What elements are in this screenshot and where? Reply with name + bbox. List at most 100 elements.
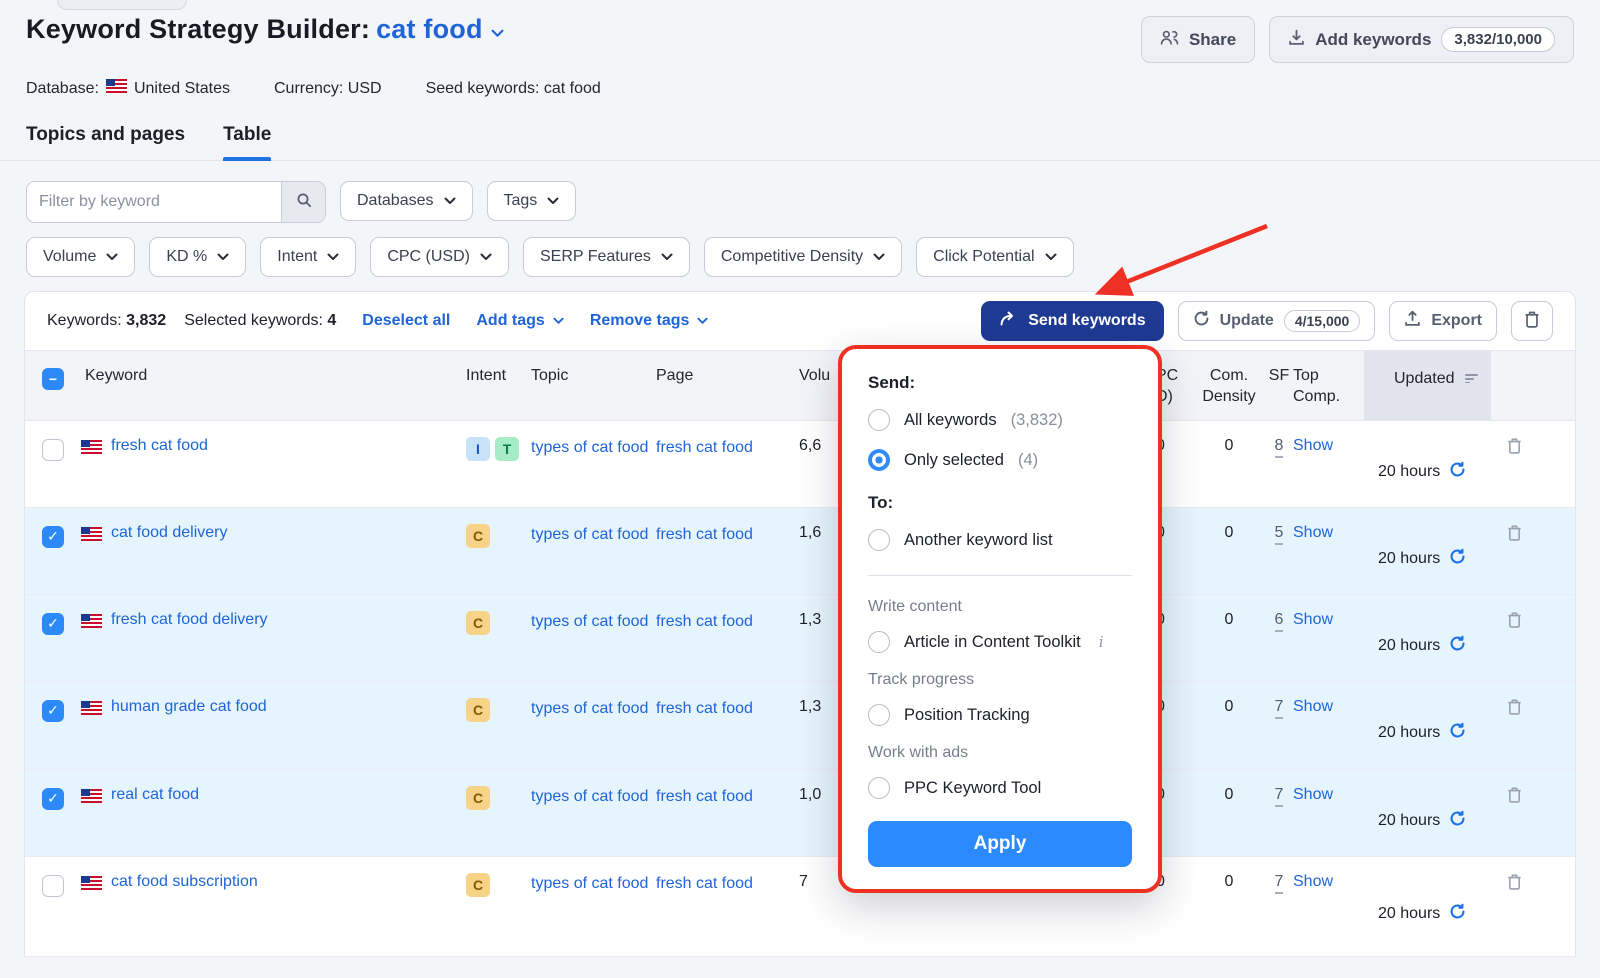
trash-icon[interactable]: [1507, 873, 1522, 956]
intent-badge-C[interactable]: C: [466, 611, 490, 635]
filter-volume[interactable]: Volume: [26, 237, 135, 277]
trash-icon[interactable]: [1507, 698, 1522, 769]
serp-features-value[interactable]: 6: [1275, 611, 1284, 632]
serp-features-value[interactable]: 7: [1275, 698, 1284, 719]
refresh-icon[interactable]: [1449, 810, 1466, 832]
row-checkbox[interactable]: [42, 439, 64, 461]
col-page[interactable]: Page: [656, 351, 799, 420]
trash-icon[interactable]: [1507, 786, 1522, 856]
page-link[interactable]: fresh cat food: [656, 526, 753, 543]
intent-badge-T[interactable]: T: [495, 437, 519, 461]
page-link[interactable]: fresh cat food: [656, 875, 753, 892]
project-name-dropdown[interactable]: cat food: [376, 14, 504, 44]
topic-link[interactable]: types of cat food: [531, 700, 648, 717]
trash-icon[interactable]: [1507, 524, 1522, 594]
trash-icon[interactable]: [1507, 611, 1522, 681]
share-button[interactable]: Share: [1141, 16, 1255, 63]
popup-divider: [868, 575, 1132, 576]
intent-badge-C[interactable]: C: [466, 786, 490, 810]
tab-topics-and-pages[interactable]: Topics and pages: [26, 124, 185, 160]
col-intent[interactable]: Intent: [466, 351, 531, 420]
radio-all-keywords[interactable]: All keywords (3,832): [868, 409, 1132, 431]
intent-badge-C[interactable]: C: [466, 698, 490, 722]
add-keywords-button[interactable]: Add keywords 3,832/10,000: [1269, 16, 1574, 63]
remove-tags-dropdown[interactable]: Remove tags: [590, 312, 709, 330]
keyword-link[interactable]: real cat food: [111, 786, 199, 804]
intent-badge-I[interactable]: I: [466, 437, 490, 461]
select-all-checkbox[interactable]: −: [42, 368, 64, 390]
serp-features-value[interactable]: 7: [1275, 873, 1284, 894]
apply-button[interactable]: Apply: [868, 821, 1132, 867]
topic-link[interactable]: types of cat food: [531, 788, 648, 805]
topic-link[interactable]: types of cat food: [531, 439, 648, 456]
radio-position-tracking[interactable]: Position Tracking: [868, 704, 1132, 726]
radio-ppc-keyword-tool[interactable]: PPC Keyword Tool: [868, 777, 1132, 799]
filter-serp-features[interactable]: SERP Features: [523, 237, 690, 277]
update-button[interactable]: Update 4/15,000: [1178, 301, 1376, 341]
col-topic[interactable]: Topic: [531, 351, 656, 420]
col-volume[interactable]: Volu: [799, 351, 843, 420]
add-tags-dropdown[interactable]: Add tags: [476, 312, 563, 330]
trash-icon[interactable]: [1507, 437, 1522, 507]
keyword-filter-input[interactable]: [27, 182, 281, 222]
filter-competitive-density[interactable]: Competitive Density: [704, 237, 902, 277]
tags-dropdown[interactable]: Tags: [487, 181, 577, 221]
refresh-icon[interactable]: [1449, 548, 1466, 570]
keyword-link[interactable]: human grade cat food: [111, 698, 267, 716]
update-limit-badge: 4/15,000: [1284, 310, 1361, 332]
row-checkbox[interactable]: ✓: [42, 526, 64, 548]
topic-link[interactable]: types of cat food: [531, 526, 648, 543]
topic-link[interactable]: types of cat food: [531, 613, 648, 630]
serp-features-value[interactable]: 7: [1275, 786, 1284, 807]
page-link[interactable]: fresh cat food: [656, 613, 753, 630]
col-sf[interactable]: SF: [1265, 351, 1293, 420]
top-comp-show-link[interactable]: Show: [1293, 437, 1333, 454]
row-checkbox[interactable]: ✓: [42, 788, 64, 810]
radio-article-content-toolkit[interactable]: Article in Content Toolkit i: [868, 631, 1132, 653]
radio-another-keyword-list[interactable]: Another keyword list: [868, 529, 1132, 551]
refresh-icon[interactable]: [1449, 722, 1466, 744]
radio-only-selected[interactable]: Only selected (4): [868, 449, 1132, 471]
intent-badge-C[interactable]: C: [466, 873, 490, 897]
keyword-link[interactable]: cat food delivery: [111, 524, 228, 542]
row-checkbox[interactable]: ✓: [42, 613, 64, 635]
col-com-density[interactable]: Com.Density: [1193, 351, 1265, 420]
keyword-link[interactable]: fresh cat food delivery: [111, 611, 268, 629]
col-top-comp[interactable]: TopComp.: [1293, 351, 1364, 420]
filter-intent[interactable]: Intent: [260, 237, 356, 277]
refresh-icon[interactable]: [1449, 903, 1466, 925]
page-link[interactable]: fresh cat food: [656, 700, 753, 717]
serp-features-value[interactable]: 8: [1275, 437, 1284, 458]
top-comp-show-link[interactable]: Show: [1293, 873, 1333, 890]
tab-table[interactable]: Table: [223, 124, 271, 160]
top-comp-show-link[interactable]: Show: [1293, 786, 1333, 803]
search-button[interactable]: [281, 182, 325, 222]
top-comp-show-link[interactable]: Show: [1293, 524, 1333, 541]
database-meta: Database: United States: [26, 79, 230, 98]
refresh-icon[interactable]: [1449, 635, 1466, 657]
col-updated[interactable]: Updated: [1364, 351, 1491, 420]
row-checkbox[interactable]: [42, 875, 64, 897]
refresh-icon: [1193, 310, 1210, 332]
top-comp-show-link[interactable]: Show: [1293, 698, 1333, 715]
page-link[interactable]: fresh cat food: [656, 788, 753, 805]
filter-click-potential[interactable]: Click Potential: [916, 237, 1073, 277]
keyword-link[interactable]: fresh cat food: [111, 437, 208, 455]
filter-kd-[interactable]: KD %: [149, 237, 246, 277]
filter-cpc-usd-[interactable]: CPC (USD): [370, 237, 509, 277]
col-keyword[interactable]: Keyword: [81, 351, 466, 420]
serp-features-value[interactable]: 5: [1275, 524, 1284, 545]
row-checkbox[interactable]: ✓: [42, 700, 64, 722]
top-comp-show-link[interactable]: Show: [1293, 611, 1333, 628]
refresh-icon[interactable]: [1449, 461, 1466, 483]
info-icon[interactable]: i: [1099, 633, 1104, 651]
deselect-all-link[interactable]: Deselect all: [362, 312, 450, 330]
keyword-link[interactable]: cat food subscription: [111, 873, 258, 891]
delete-list-button[interactable]: [1511, 301, 1553, 341]
topic-link[interactable]: types of cat food: [531, 875, 648, 892]
intent-badge-C[interactable]: C: [466, 524, 490, 548]
databases-dropdown[interactable]: Databases: [340, 181, 473, 221]
export-button[interactable]: Export: [1389, 301, 1497, 341]
page-link[interactable]: fresh cat food: [656, 439, 753, 456]
send-keywords-button[interactable]: Send keywords: [981, 301, 1163, 341]
